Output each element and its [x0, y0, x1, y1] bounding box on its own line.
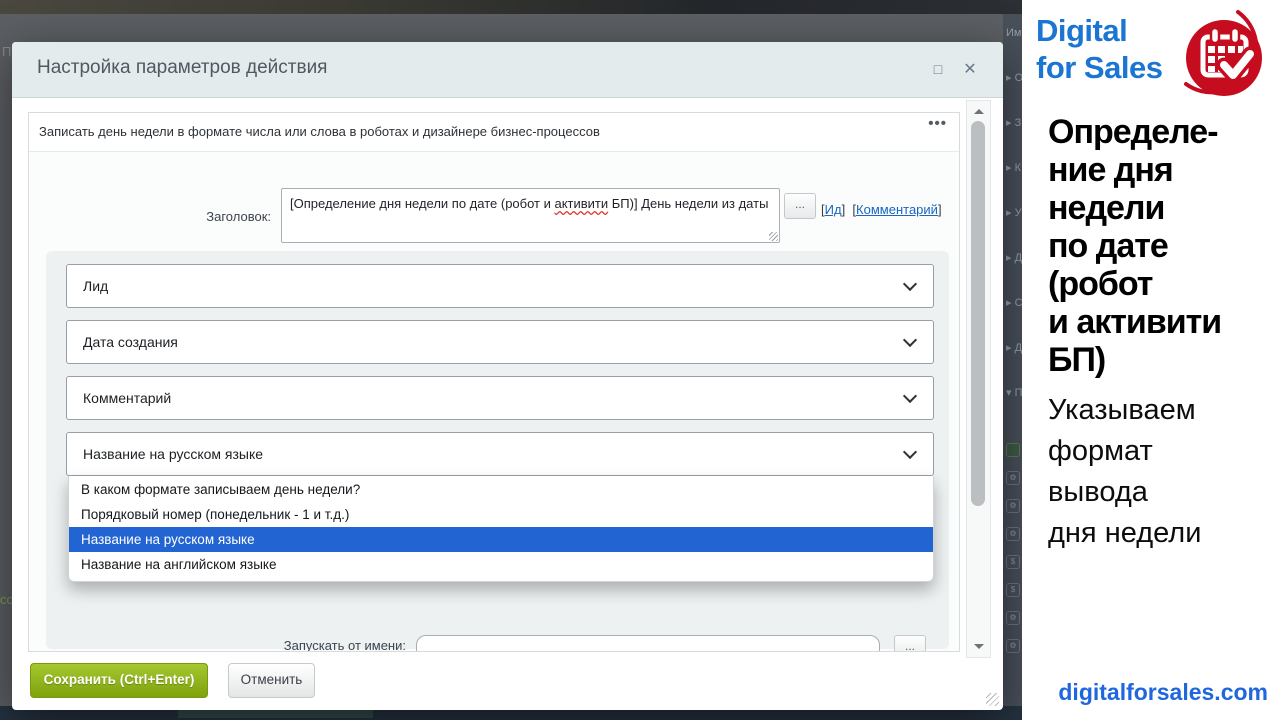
- cancel-button[interactable]: Отменить: [228, 663, 315, 698]
- title-value-part: БП)] День недели из даты: [608, 196, 768, 211]
- ellipsis-menu-icon[interactable]: •••: [928, 115, 947, 132]
- promo-subtitle-line: Указываем: [1048, 390, 1201, 431]
- dropdown-option[interactable]: Порядковый номер (понедельник - 1 и т.д.…: [69, 502, 933, 527]
- title-value-misspelled: активити: [554, 196, 608, 211]
- format-dropdown-list: В каком формате записываем день недели? …: [68, 476, 934, 582]
- select-value: Название на русском языке: [83, 446, 263, 462]
- background-text-fragment: П: [2, 44, 11, 59]
- website-url: digitalforsales.com: [1058, 679, 1268, 706]
- chevron-down-icon: [903, 333, 917, 347]
- gear-icon: ⚙: [1006, 611, 1020, 625]
- select-value: Лид: [83, 278, 108, 294]
- dialog-content: Записать день недели в формате числа или…: [28, 112, 960, 652]
- background-sidebar-strip: Им ▸ О ▸ З ▸ К ▸ У ▸ Д ▸ С ▸ Д ▾ П ⚙ ⚙ ⚙…: [1003, 14, 1022, 706]
- document-type-select[interactable]: Лид: [66, 264, 934, 308]
- gear-icon: ⚙: [1006, 639, 1020, 653]
- background-browser-bar: [0, 0, 1022, 14]
- id-link[interactable]: Ид: [825, 202, 842, 217]
- title-links: [Ид] [Комментарий]: [821, 202, 942, 217]
- textarea-resize-grip-icon[interactable]: [769, 232, 778, 241]
- robot-icon: [1006, 443, 1020, 457]
- title-value-part: [Определение дня недели по дате (робот и: [290, 196, 554, 211]
- title-textarea[interactable]: [Определение дня недели по дате (робот и…: [281, 188, 780, 243]
- dropdown-option[interactable]: В каком формате записываем день недели?: [69, 477, 933, 502]
- dollar-icon: $: [1006, 583, 1020, 597]
- gear-icon: ⚙: [1006, 527, 1020, 541]
- action-settings-dialog: Настройка параметров действия □ ✕ Записа…: [12, 42, 1003, 710]
- select-value: Комментарий: [83, 390, 171, 406]
- chevron-down-icon: [903, 445, 917, 459]
- dialog-title: Настройка параметров действия: [37, 57, 327, 79]
- background-list-item: Им: [1003, 24, 1022, 69]
- title-more-button[interactable]: ...: [784, 193, 816, 219]
- background-list-item: ▸ У: [1003, 204, 1022, 249]
- chevron-down-icon: [903, 277, 917, 291]
- background-list-item: ▸ З: [1003, 114, 1022, 159]
- target-field-select[interactable]: Комментарий: [66, 376, 934, 420]
- background-list-item: ▸ Д: [1003, 249, 1022, 294]
- promo-heading-line: (робот: [1048, 265, 1221, 303]
- dialog-resize-grip-icon[interactable]: [986, 693, 999, 706]
- scrollbar-thumb[interactable]: [971, 121, 985, 506]
- promo-subtitle-line: вывода: [1048, 472, 1201, 513]
- brand-line: for Sales: [1036, 49, 1162, 86]
- promo-panel: Digital for Sales Определе- ние дня неде…: [1022, 0, 1280, 720]
- promo-heading-line: и активити: [1048, 303, 1221, 341]
- promo-subtitle-line: формат: [1048, 431, 1201, 472]
- action-description: Записать день недели в формате числа или…: [39, 124, 600, 139]
- background-list-item: ▾ П: [1003, 384, 1022, 429]
- chevron-down-icon: [903, 389, 917, 403]
- comment-link[interactable]: Комментарий: [856, 202, 938, 217]
- promo-heading-line: по дате: [1048, 227, 1221, 265]
- scroll-up-icon[interactable]: [974, 109, 984, 114]
- bracket: ]: [842, 202, 846, 217]
- background-list-item: ▸ Д: [1003, 339, 1022, 384]
- promo-heading-line: ние дня: [1048, 151, 1221, 189]
- dialog-scrollbar[interactable]: [966, 100, 991, 658]
- scroll-down-icon[interactable]: [974, 644, 984, 649]
- calendar-check-logo-icon: [1178, 8, 1274, 104]
- parameters-panel: Лид Дата создания Комментарий Название н…: [46, 251, 949, 649]
- bracket: ]: [938, 202, 942, 217]
- promo-heading-line: БП): [1048, 341, 1221, 379]
- brand-line: Digital: [1036, 12, 1162, 49]
- action-description-row: Записать день недели в формате числа или…: [29, 113, 959, 152]
- promo-heading-line: недели: [1048, 189, 1221, 227]
- dialog-titlebar[interactable]: Настройка параметров действия □ ✕: [12, 42, 1003, 98]
- maximize-icon[interactable]: □: [927, 61, 949, 77]
- background-list-item: ▸ К: [1003, 159, 1022, 204]
- promo-subtitle-line: дня недели: [1048, 513, 1201, 554]
- run-as-more-button[interactable]: ...: [894, 635, 926, 652]
- run-as-input[interactable]: [416, 635, 880, 652]
- dropdown-option[interactable]: Название на английском языке: [69, 552, 933, 577]
- brand-name: Digital for Sales: [1036, 12, 1162, 86]
- run-as-label: Запускать от имени:: [196, 638, 406, 652]
- title-field-label: Заголовок:: [129, 209, 271, 224]
- promo-subtitle: Указываем формат вывода дня недели: [1048, 390, 1201, 554]
- gear-icon: ⚙: [1006, 471, 1020, 485]
- select-value: Дата создания: [83, 334, 178, 350]
- dollar-icon: $: [1006, 555, 1020, 569]
- format-select[interactable]: Название на русском языке: [66, 432, 934, 476]
- promo-heading-line: Определе-: [1048, 113, 1221, 151]
- gear-icon: ⚙: [1006, 499, 1020, 513]
- save-button[interactable]: Сохранить (Ctrl+Enter): [30, 663, 208, 698]
- dropdown-option-selected[interactable]: Название на русском языке: [69, 527, 933, 552]
- date-field-select[interactable]: Дата создания: [66, 320, 934, 364]
- background-list-item: ▸ О: [1003, 69, 1022, 114]
- close-icon[interactable]: ✕: [959, 59, 981, 79]
- background-list-item: ▸ С: [1003, 294, 1022, 339]
- promo-heading: Определе- ние дня недели по дате (робот …: [1048, 113, 1221, 379]
